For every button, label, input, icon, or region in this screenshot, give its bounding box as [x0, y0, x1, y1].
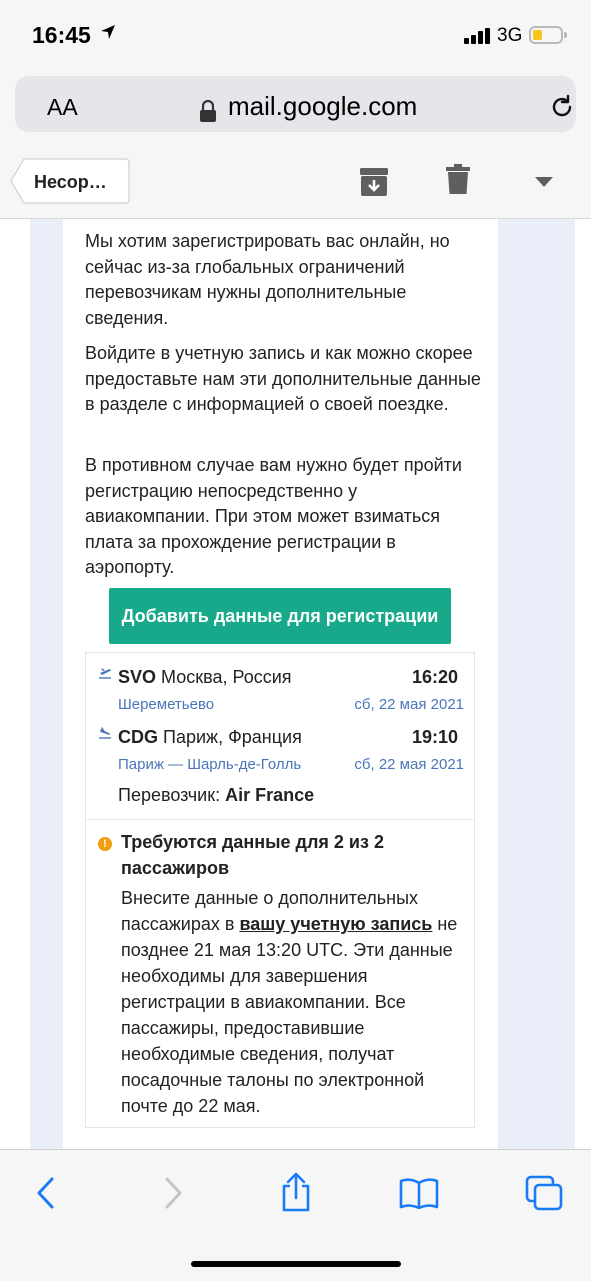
- trash-icon[interactable]: [446, 164, 470, 194]
- departure-date: сб, 22 мая 2021: [354, 696, 464, 713]
- card-divider: [86, 819, 474, 820]
- departure-city: Москва, Россия: [161, 667, 292, 687]
- back-to-folder-button[interactable]: Несор…: [10, 158, 130, 204]
- carrier-line: Перевозчик: Air France: [118, 785, 314, 806]
- plane-departure-icon: [99, 668, 111, 679]
- browser-bottom-bar: [0, 1149, 591, 1281]
- signal-bars-icon: [464, 28, 490, 44]
- network-type: 3G: [497, 25, 523, 46]
- departure-airport: Шереметьево: [118, 696, 215, 713]
- status-time: 16:45: [32, 22, 91, 48]
- email-background-left: [30, 219, 63, 1149]
- text-size-button[interactable]: AA: [47, 94, 78, 121]
- plane-arrival-icon: [99, 727, 111, 739]
- mail-toolbar: Несор…: [0, 148, 591, 219]
- flight-card: SVO Москва, Россия 16:20 Шереметьево сб,…: [85, 652, 475, 1128]
- bookmarks-icon[interactable]: [399, 1177, 439, 1209]
- location-arrow-icon: [101, 25, 115, 39]
- home-indicator: [191, 1261, 401, 1267]
- departure-code: SVO Москва, Россия: [118, 667, 292, 687]
- share-icon[interactable]: [279, 1172, 313, 1212]
- notice-body: Внесите данные о дополнительных пассажир…: [121, 888, 458, 1116]
- browser-address-area: AA mail.google.com: [0, 70, 591, 148]
- email-background-right: [498, 219, 575, 1149]
- forward-arrow-icon[interactable]: [163, 1177, 183, 1209]
- notice-title: Требуются данные для 2 из 2 пассажиров: [121, 832, 384, 878]
- arrival-code: CDG Париж, Франция: [118, 727, 302, 747]
- add-checkin-data-button[interactable]: Добавить данные для регистрации: [109, 588, 451, 644]
- arrival-time: 19:10: [411, 727, 458, 747]
- archive-icon[interactable]: [359, 167, 389, 197]
- chevron-down-icon[interactable]: [535, 177, 553, 187]
- lock-icon: [200, 100, 216, 122]
- back-arrow-icon[interactable]: [36, 1177, 56, 1209]
- arrival-airport: Париж — Шарль-де-Голль: [118, 756, 302, 773]
- back-button-label: Несор…: [34, 172, 107, 192]
- status-bar: 16:45 3G: [0, 0, 591, 70]
- account-link[interactable]: вашу учетную запись: [239, 914, 432, 934]
- departure-time: 16:20: [411, 667, 458, 687]
- warning-icon: !: [98, 837, 112, 851]
- carrier-name: Air France: [225, 785, 315, 805]
- url-text[interactable]: mail.google.com: [228, 91, 417, 122]
- arrival-city: Париж, Франция: [163, 727, 302, 747]
- address-bar[interactable]: AA mail.google.com: [15, 76, 576, 132]
- email-paragraph-2: Войдите в учетную запись и как можно ско…: [85, 343, 481, 415]
- reload-icon[interactable]: [549, 94, 575, 120]
- carrier-label: Перевозчик:: [118, 785, 221, 805]
- email-paragraph-3: В противном случае вам нужно будет пройт…: [85, 455, 462, 578]
- email-paragraph-1: Мы хотим зарегистрировать вас онлайн, но…: [85, 231, 450, 328]
- arrival-date: сб, 22 мая 2021: [354, 756, 464, 773]
- tabs-icon[interactable]: [525, 1175, 563, 1211]
- battery-icon: [529, 26, 567, 44]
